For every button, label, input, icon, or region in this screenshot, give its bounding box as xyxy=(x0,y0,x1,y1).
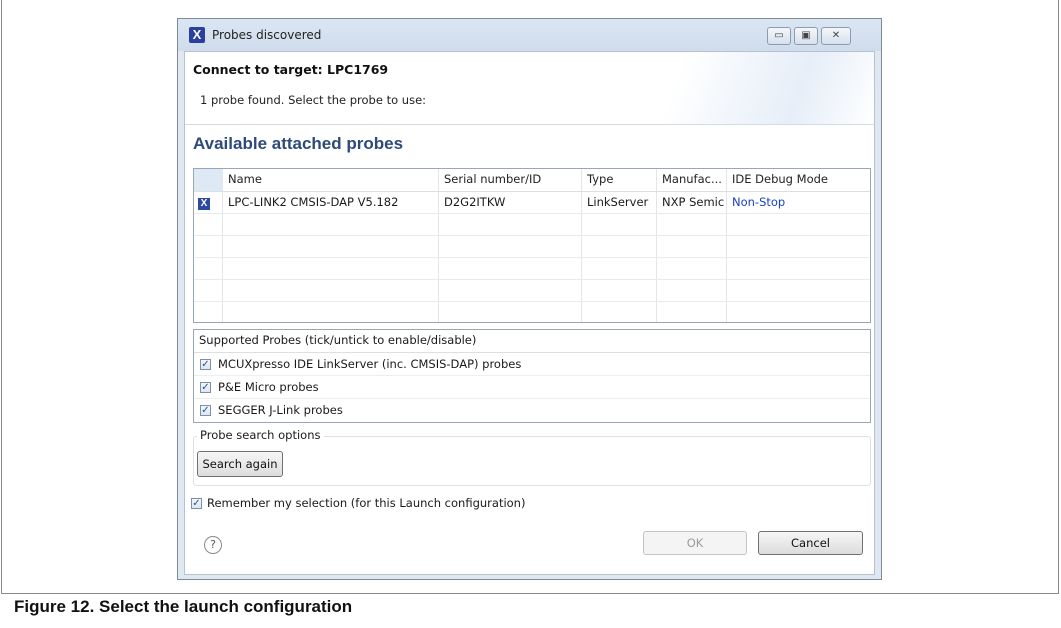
remember-selection[interactable]: ✓ Remember my selection (for this Launch… xyxy=(191,496,525,510)
search-options-legend: Probe search options xyxy=(197,428,324,442)
probe-debug-mode[interactable]: Non-Stop xyxy=(727,192,870,213)
help-icon[interactable]: ? xyxy=(204,536,222,554)
supported-header: Supported Probes (tick/untick to enable/… xyxy=(194,330,870,353)
app-icon: X xyxy=(189,27,205,43)
table-header: Name Serial number/ID Type Manufac... ID… xyxy=(194,169,870,192)
figure-caption: Figure 12. Select the launch configurati… xyxy=(14,597,353,616)
supported-item-label: MCUXpresso IDE LinkServer (inc. CMSIS-DA… xyxy=(218,357,522,371)
header-name[interactable]: Name xyxy=(223,169,439,191)
cancel-button[interactable]: Cancel xyxy=(758,531,863,555)
minimize-icon[interactable]: ▭ xyxy=(767,27,791,45)
supported-item-label: P&E Micro probes xyxy=(218,380,319,394)
window-title: Probes discovered xyxy=(212,28,322,42)
empty-row xyxy=(194,214,870,236)
close-icon[interactable]: ✕ xyxy=(821,27,851,45)
probe-table: Name Serial number/ID Type Manufac... ID… xyxy=(193,168,871,323)
probes-dialog: X Probes discovered ▭ ▣ ✕ Connect to tar… xyxy=(177,18,882,580)
search-again-button[interactable]: Search again xyxy=(197,451,283,477)
dialog-header: Connect to target: LPC1769 1 probe found… xyxy=(185,52,874,125)
header-select xyxy=(194,169,223,191)
header-manufacturer[interactable]: Manufac... xyxy=(657,169,727,191)
selected-check-icon[interactable]: X xyxy=(198,198,210,210)
probe-type: LinkServer xyxy=(582,192,657,213)
row-select-cell[interactable]: X xyxy=(194,192,223,213)
dialog-content: Connect to target: LPC1769 1 probe found… xyxy=(184,51,875,575)
supported-item-label: SEGGER J-Link probes xyxy=(218,403,343,417)
supported-probes-list: Supported Probes (tick/untick to enable/… xyxy=(193,329,871,423)
empty-row xyxy=(194,258,870,280)
maximize-icon[interactable]: ▣ xyxy=(794,27,818,45)
checkbox-segger[interactable]: ✓ xyxy=(200,404,211,416)
empty-row xyxy=(194,236,870,258)
checkbox-linkserver[interactable]: ✓ xyxy=(200,358,211,370)
connect-title: Connect to target: LPC1769 xyxy=(193,62,389,77)
supported-item-segger[interactable]: ✓ SEGGER J-Link probes xyxy=(194,399,870,421)
title-bar: X Probes discovered ▭ ▣ ✕ xyxy=(178,19,881,51)
empty-row xyxy=(194,280,870,302)
section-title: Available attached probes xyxy=(193,134,404,153)
probe-serial: D2G2ITKW xyxy=(439,192,582,213)
remember-label: Remember my selection (for this Launch c… xyxy=(207,496,526,510)
remember-checkbox[interactable]: ✓ xyxy=(191,497,202,509)
header-serial[interactable]: Serial number/ID xyxy=(439,169,582,191)
probe-manufacturer: NXP Semic xyxy=(657,192,727,213)
empty-row xyxy=(194,302,870,322)
ok-button[interactable]: OK xyxy=(643,531,747,555)
header-type[interactable]: Type xyxy=(582,169,657,191)
probe-found-message: 1 probe found. Select the probe to use: xyxy=(200,93,427,107)
header-debug-mode[interactable]: IDE Debug Mode xyxy=(727,169,870,191)
supported-item-pemicro[interactable]: ✓ P&E Micro probes xyxy=(194,376,870,399)
table-row[interactable]: X LPC-LINK2 CMSIS-DAP V5.182 D2G2ITKW Li… xyxy=(194,192,870,214)
supported-item-linkserver[interactable]: ✓ MCUXpresso IDE LinkServer (inc. CMSIS-… xyxy=(194,353,870,376)
checkbox-pemicro[interactable]: ✓ xyxy=(200,381,211,393)
probe-search-options: Probe search options Search again xyxy=(193,428,871,486)
probe-name: LPC-LINK2 CMSIS-DAP V5.182 xyxy=(223,192,439,213)
